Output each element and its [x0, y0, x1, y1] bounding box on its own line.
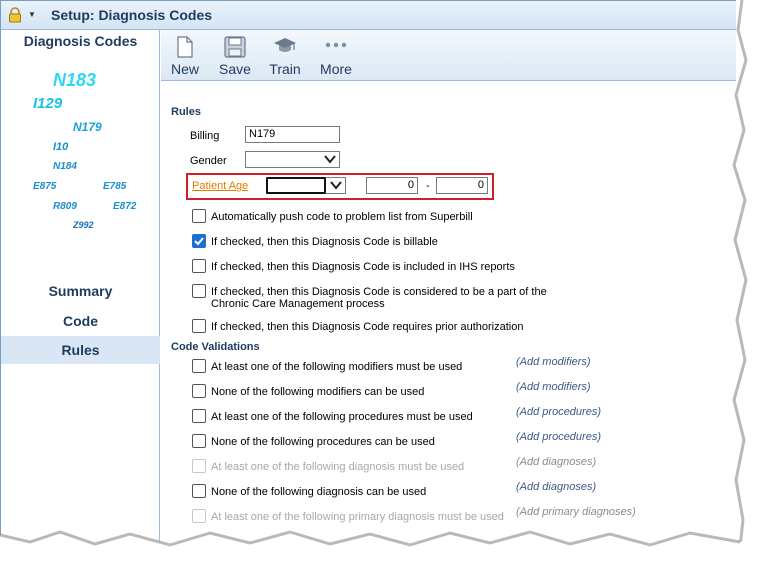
cloud-code[interactable]: E875	[33, 181, 56, 192]
validation-label: None of the following modifiers can be u…	[211, 386, 425, 398]
billing-input[interactable]: N179	[245, 126, 340, 143]
cloud-code[interactable]: N179	[73, 120, 102, 134]
validation-label: At least one of the following modifiers …	[211, 361, 463, 373]
focus-ring	[266, 177, 326, 194]
checkbox-prior-authorization[interactable]	[192, 319, 206, 333]
checkbox-billable[interactable]	[192, 234, 206, 248]
torn-edge-bottom	[0, 530, 765, 565]
gender-label: Gender	[190, 155, 227, 167]
checkbox-label: If checked, then this Diagnosis Code is …	[211, 261, 515, 273]
add-diagnoses-link: (Add diagnoses)	[516, 456, 597, 468]
cloud-code[interactable]: N183	[53, 70, 96, 91]
more-button[interactable]: More	[317, 30, 355, 80]
train-button[interactable]: Train	[265, 30, 305, 80]
code-validations-heading: Code Validations	[171, 341, 260, 353]
sidebar-item-code[interactable]: Code	[1, 307, 160, 335]
new-button[interactable]: New	[167, 30, 203, 80]
window-title: Setup: Diagnosis Codes	[51, 7, 213, 23]
age-min-input[interactable]: 0	[366, 177, 418, 194]
checkbox-label: If checked, then this Diagnosis Code is …	[211, 236, 438, 248]
add-modifiers-link[interactable]: (Add modifiers)	[516, 381, 591, 393]
add-primary-diagnoses-link: (Add primary diagnoses)	[516, 506, 636, 518]
more-dots-icon	[324, 40, 348, 52]
dropdown-caret-icon[interactable]: ▼	[28, 10, 36, 19]
patient-age-link[interactable]: Patient Age	[192, 180, 248, 192]
new-button-label: New	[170, 61, 199, 77]
rules-heading: Rules	[171, 106, 201, 118]
chevron-down-icon	[324, 154, 336, 167]
checkbox-ihs-reports[interactable]	[192, 259, 206, 273]
cloud-code[interactable]: N184	[53, 161, 77, 172]
checkbox-push-to-problem-list[interactable]	[192, 209, 206, 223]
rules-panel: Rules Billing N179 Gender Patient Age 0 …	[161, 81, 736, 541]
train-button-label: Train	[269, 61, 301, 77]
validation-label: At least one of the following procedures…	[211, 411, 473, 423]
cloud-code[interactable]: I10	[53, 141, 68, 153]
age-separator: -	[426, 180, 430, 192]
validation-checkbox[interactable]	[192, 434, 206, 448]
new-document-icon	[176, 36, 194, 61]
checkmark-icon	[194, 237, 204, 246]
sidebar: Diagnosis Codes N183 I129 N179 I10 N184 …	[1, 30, 160, 541]
chevron-down-icon	[330, 180, 342, 193]
checkbox-label: If checked, then this Diagnosis Code req…	[211, 321, 524, 333]
validation-checkbox-disabled	[192, 459, 206, 473]
validation-label: None of the following procedures can be …	[211, 436, 435, 448]
floppy-disk-icon	[224, 36, 246, 61]
validation-checkbox[interactable]	[192, 484, 206, 498]
cloud-code[interactable]: I129	[33, 95, 62, 112]
validation-label: None of the following diagnosis can be u…	[211, 486, 427, 498]
validation-label: At least one of the following diagnosis …	[211, 461, 465, 473]
patient-age-unit-select[interactable]	[266, 177, 346, 194]
sidebar-title: Diagnosis Codes	[23, 33, 138, 49]
app-window: ▼ Setup: Diagnosis Codes Diagnosis Codes…	[0, 0, 736, 541]
lock-icon[interactable]	[7, 7, 23, 26]
cloud-code[interactable]: R809	[53, 201, 77, 212]
sidebar-item-rules[interactable]: Rules	[1, 336, 160, 364]
toolbar: New Save Train More	[161, 30, 736, 81]
save-button[interactable]: Save	[217, 30, 253, 80]
more-button-label: More	[320, 61, 352, 77]
checkbox-label-line2: Chronic Care Management process	[211, 298, 385, 310]
save-button-label: Save	[219, 61, 251, 77]
add-procedures-link[interactable]: (Add procedures)	[516, 431, 601, 443]
gender-select[interactable]	[245, 151, 340, 168]
title-bar: ▼ Setup: Diagnosis Codes	[1, 1, 736, 30]
cloud-code[interactable]: E785	[103, 181, 126, 192]
checkbox-label: Automatically push code to problem list …	[211, 211, 473, 223]
cloud-code[interactable]: Z992	[73, 220, 94, 230]
add-procedures-link[interactable]: (Add procedures)	[516, 406, 601, 418]
add-diagnoses-link[interactable]: (Add diagnoses)	[516, 481, 596, 493]
add-modifiers-link[interactable]: (Add modifiers)	[516, 356, 591, 368]
billing-label: Billing	[190, 130, 220, 142]
sidebar-item-summary[interactable]: Summary	[1, 277, 160, 305]
torn-edge-right	[720, 0, 765, 565]
graduation-cap-icon	[273, 36, 297, 59]
checkbox-chronic-care[interactable]	[192, 284, 206, 298]
validation-checkbox[interactable]	[192, 384, 206, 398]
validation-checkbox[interactable]	[192, 359, 206, 373]
validation-checkbox[interactable]	[192, 409, 206, 423]
age-max-input[interactable]: 0	[436, 177, 488, 194]
cloud-code[interactable]: E872	[113, 201, 136, 212]
checkbox-label: If checked, then this Diagnosis Code is …	[211, 286, 547, 298]
